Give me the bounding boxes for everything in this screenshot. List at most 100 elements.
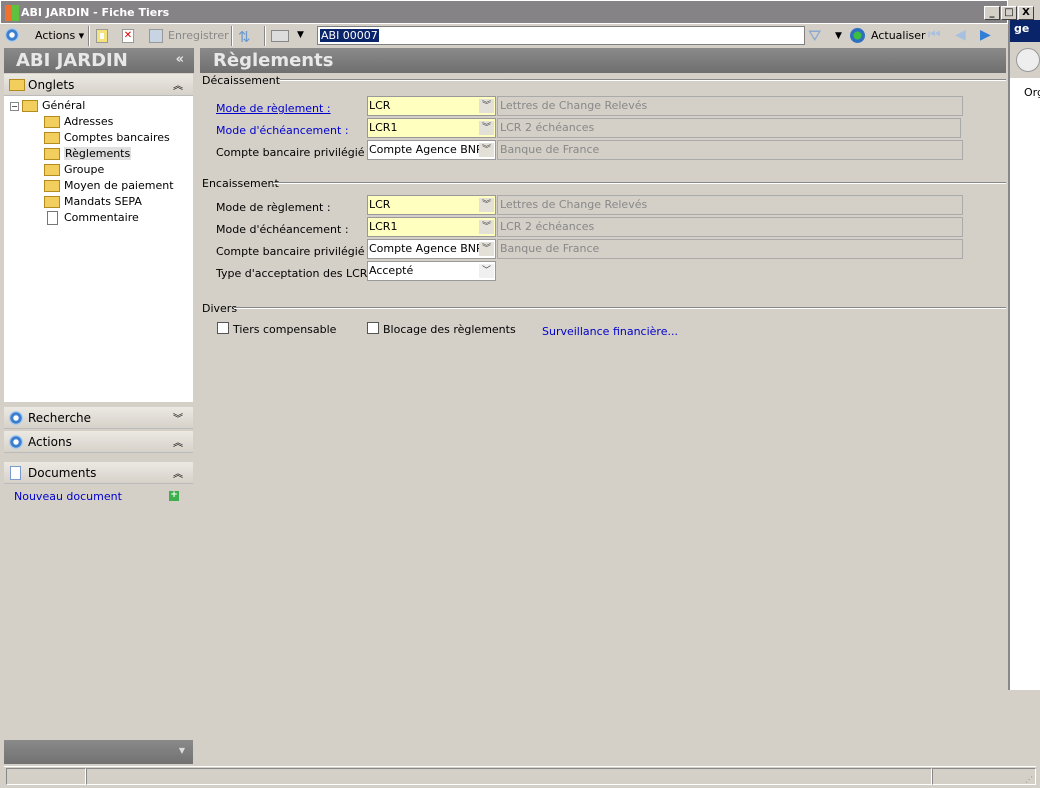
dec-mode-reglement-desc: Lettres de Change Relevés xyxy=(497,96,963,116)
document-icon xyxy=(47,211,58,225)
tree-item-mandats-sepa[interactable]: Mandats SEPA xyxy=(44,195,142,208)
sidebar-footer: ▼ xyxy=(4,740,193,764)
tree-label: Commentaire xyxy=(64,211,139,224)
enc-mode-echeance-select[interactable]: LCR1 ︾ xyxy=(367,217,496,237)
tree-item-groupe[interactable]: Groupe xyxy=(44,163,104,176)
separator xyxy=(264,26,266,46)
chevron-down-icon[interactable]: ︾ xyxy=(479,99,494,113)
print-dropdown-icon[interactable]: ▼ xyxy=(297,30,304,40)
encaissement-heading: Encaissement xyxy=(202,177,279,190)
chevron-down-icon[interactable]: ︾ xyxy=(479,143,494,157)
maximize-button[interactable]: □ xyxy=(1001,6,1017,20)
search-panel-header[interactable]: Recherche ︾ xyxy=(4,407,193,429)
folder-icon xyxy=(9,79,25,91)
actions-panel-icon xyxy=(9,435,23,449)
collapse-node-icon[interactable]: − xyxy=(10,102,19,111)
chevron-down-icon[interactable]: ﹀ xyxy=(479,264,494,278)
background-window-title[interactable]: ge xyxy=(1010,20,1040,42)
refresh-button[interactable]: Actualiser xyxy=(871,29,926,42)
company-header: ABI JARDIN « xyxy=(4,48,194,73)
enc-compte-select[interactable]: Compte Agence BNP ︾ xyxy=(367,239,496,259)
tree-item-commentaire[interactable]: Commentaire xyxy=(44,211,139,225)
folder-icon xyxy=(22,100,38,112)
delete-icon[interactable]: ✕ xyxy=(122,29,134,43)
collapse-sidebar-button[interactable]: « xyxy=(176,52,184,67)
open-folder-icon xyxy=(44,148,60,160)
background-window-toolbar xyxy=(1010,42,1040,78)
tiers-compensable-checkbox[interactable] xyxy=(217,322,229,334)
enc-mode-reglement-label: Mode de règlement : xyxy=(216,201,331,214)
configure-dropdown-icon[interactable]: ▼ xyxy=(179,746,185,755)
blocage-reglements-checkbox[interactable] xyxy=(367,322,379,334)
filter-icon[interactable]: ⛛ xyxy=(808,26,821,46)
chevron-down-icon[interactable]: ︾ xyxy=(173,410,183,425)
surveillance-financiere-link[interactable]: Surveillance financière... xyxy=(542,325,678,338)
tree-item-comptes-bancaires[interactable]: Comptes bancaires xyxy=(44,131,170,144)
decaissement-heading: Décaissement xyxy=(202,74,281,87)
chevron-down-icon[interactable]: ︾ xyxy=(479,242,494,256)
documents-panel-header[interactable]: Documents ︽ xyxy=(4,462,193,484)
organize-menu[interactable]: Org xyxy=(1024,86,1040,99)
dec-mode-echeance-select[interactable]: LCR1 ︾ xyxy=(367,118,496,138)
chevron-down-icon[interactable]: ︾ xyxy=(479,220,494,234)
blocage-reglements-label: Blocage des règlements xyxy=(383,323,516,336)
print-icon[interactable] xyxy=(271,30,289,42)
minimize-button[interactable]: _ xyxy=(984,6,1000,20)
dec-mode-echeance-label[interactable]: Mode d'échéancement : xyxy=(216,124,349,137)
actions-label: Actions xyxy=(35,29,76,42)
folder-icon xyxy=(44,180,60,192)
page-title: Règlements xyxy=(200,48,1006,73)
save-button[interactable]: Enregistrer xyxy=(168,29,229,42)
enc-acceptation-select[interactable]: Accepté ﹀ xyxy=(367,261,496,281)
tree-item-adresses[interactable]: Adresses xyxy=(44,115,113,128)
status-bar: ⋰ xyxy=(4,766,1036,786)
enc-acceptation-label: Type d'acceptation des LCR: xyxy=(216,267,371,280)
documents-panel-title: Documents xyxy=(28,466,97,480)
previous-record-icon[interactable]: ◀ xyxy=(955,27,966,43)
chevron-up-icon[interactable]: ︽ xyxy=(173,465,183,480)
select-value: LCR1 xyxy=(369,121,398,134)
actions-menu[interactable]: Actions ▾ xyxy=(35,29,84,42)
dec-compte-select[interactable]: Compte Agence BNP ︾ xyxy=(367,140,496,160)
tiers-compensable-label: Tiers compensable xyxy=(233,323,337,336)
tree-item-moyen-paiement[interactable]: Moyen de paiement xyxy=(44,179,174,192)
dec-mode-reglement-label[interactable]: Mode de règlement : xyxy=(216,102,331,115)
chevron-up-icon[interactable]: ︽ xyxy=(173,77,183,92)
separator xyxy=(88,26,90,46)
back-icon[interactable] xyxy=(1016,48,1040,72)
tabs-panel-title: Onglets xyxy=(28,78,75,92)
chevron-down-icon[interactable]: ︾ xyxy=(479,198,494,212)
next-record-icon[interactable]: ▶ xyxy=(980,27,991,43)
dec-mode-reglement-select[interactable]: LCR ︾ xyxy=(367,96,496,116)
filter-dropdown-icon[interactable]: ▼ xyxy=(835,31,842,41)
close-button[interactable]: X xyxy=(1018,6,1034,20)
tabs-panel-header[interactable]: Onglets ︽ xyxy=(4,74,193,96)
divider xyxy=(280,79,1006,81)
divers-heading: Divers xyxy=(202,302,238,315)
menu-circle-icon[interactable] xyxy=(5,28,19,42)
first-record-icon[interactable]: ⏮ xyxy=(928,27,941,43)
refresh-icon[interactable] xyxy=(850,28,865,43)
add-icon[interactable]: + xyxy=(169,491,179,501)
enc-mode-reglement-desc: Lettres de Change Relevés xyxy=(497,195,963,215)
chevron-up-icon[interactable]: ︽ xyxy=(173,434,183,449)
enc-mode-reglement-select[interactable]: LCR ︾ xyxy=(367,195,496,215)
tree-item-general[interactable]: − Général xyxy=(10,99,85,112)
divider xyxy=(234,307,1006,309)
new-icon[interactable] xyxy=(96,29,108,43)
window-title: ABI JARDIN - Fiche Tiers xyxy=(21,6,170,19)
dec-compte-label: Compte bancaire privilégié : xyxy=(216,146,372,159)
select-value: Compte Agence BNP xyxy=(369,242,483,255)
new-document-link[interactable]: Nouveau document xyxy=(14,490,122,503)
actions-panel-header[interactable]: Actions ︽ xyxy=(4,431,193,453)
background-window: ge Org xyxy=(1008,20,1040,690)
resize-grip-icon[interactable]: ⋰ xyxy=(1025,775,1033,784)
sync-icon[interactable]: ⇅ xyxy=(238,28,251,46)
search-panel-icon xyxy=(9,411,23,425)
folder-icon xyxy=(44,196,60,208)
search-panel-title: Recherche xyxy=(28,411,92,425)
dec-compte-desc: Banque de France xyxy=(497,140,963,160)
tree-item-reglements[interactable]: Règlements xyxy=(44,147,132,160)
search-input[interactable]: ABI 00007 xyxy=(317,26,805,45)
chevron-down-icon[interactable]: ︾ xyxy=(479,121,494,135)
